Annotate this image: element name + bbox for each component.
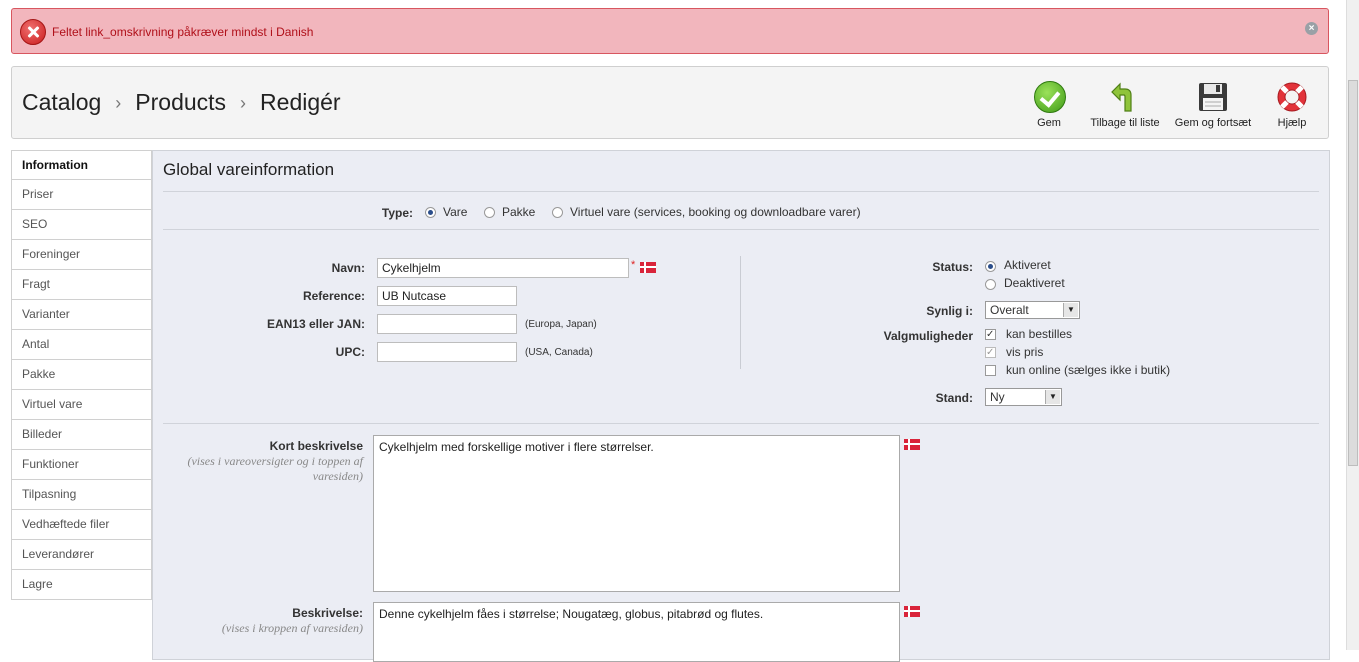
name-label: Navn: <box>331 261 365 275</box>
short-description-label: Kort beskrivelse <box>269 439 363 453</box>
breadcrumb-products[interactable]: Products <box>135 89 226 115</box>
error-icon <box>20 19 46 45</box>
save-button[interactable]: Gem <box>1034 81 1066 129</box>
breadcrumb-catalog[interactable]: Catalog <box>22 89 101 115</box>
reference-field[interactable] <box>377 286 517 306</box>
available-for-order-checkbox[interactable] <box>985 329 996 340</box>
help-button[interactable]: Hjælp <box>1274 81 1310 129</box>
error-banner: Feltet link_omskrivning påkræver mindst … <box>11 8 1329 54</box>
status-label: Status: <box>932 260 973 274</box>
online-only-checkbox[interactable] <box>985 365 996 376</box>
page-header: Catalog › Products › Redigér Gem Tilbage til… <box>11 66 1329 139</box>
checkmark-icon <box>1034 81 1066 113</box>
status-radio-enabled[interactable] <box>985 261 996 272</box>
ean-field[interactable] <box>377 314 517 334</box>
save-and-stay-label: Gem og fortsæt <box>1174 117 1252 129</box>
sidebar-item-associations[interactable]: Foreninger <box>11 240 152 270</box>
floppy-disk-icon <box>1197 81 1229 113</box>
breadcrumb: Catalog › Products › Redigér <box>22 89 341 116</box>
required-mark: * <box>631 259 636 271</box>
condition-select[interactable]: Ny ▼ <box>985 388 1062 406</box>
ean-hint: (Europa, Japan) <box>525 319 597 330</box>
sidebar-item-shipping[interactable]: Fragt <box>11 270 152 300</box>
save-and-stay-button[interactable]: Gem og fortsæt <box>1174 81 1252 129</box>
online-only-label: kun online (sælges ikke i butik) <box>1006 363 1171 377</box>
sidebar-item-combinations[interactable]: Varianter <box>11 300 152 330</box>
divider <box>163 423 1319 424</box>
sidebar-item-seo[interactable]: SEO <box>11 210 152 240</box>
back-to-list-label: Tilbage til liste <box>1090 117 1160 129</box>
visibility-value: Overalt <box>990 303 1029 317</box>
breadcrumb-separator: › <box>115 93 122 113</box>
sidebar-item-images[interactable]: Billeder <box>11 420 152 450</box>
type-radio-pack[interactable] <box>484 207 495 218</box>
lifebuoy-icon <box>1276 81 1308 113</box>
type-radio-product[interactable] <box>425 207 436 218</box>
visibility-label: Synlig i: <box>926 304 973 318</box>
chevron-down-icon: ▼ <box>1063 303 1078 317</box>
visibility-select[interactable]: Overalt ▼ <box>985 301 1080 319</box>
breadcrumb-edit: Redigér <box>260 89 341 115</box>
page-scrollbar[interactable] <box>1346 0 1359 650</box>
sidebar-item-prices[interactable]: Priser <box>11 180 152 210</box>
danish-flag-icon[interactable] <box>904 606 920 617</box>
available-for-order-label: kan bestilles <box>1006 327 1073 341</box>
show-price-checkbox <box>985 347 996 358</box>
sidebar-item-features[interactable]: Funktioner <box>11 450 152 480</box>
reference-label: Reference: <box>302 289 365 303</box>
short-description-hint: (vises i vareoversigter og i toppen af v… <box>187 454 363 483</box>
description-label: Beskrivelse: <box>292 606 363 620</box>
type-option-virtual: Virtuel vare (services, booking og downl… <box>570 205 861 219</box>
main-panel: Global vareinformation Type: Vare Pakke … <box>152 150 1330 662</box>
description-hint: (vises i kroppen af varesiden) <box>221 621 363 635</box>
sidebar-item-information[interactable]: Information <box>11 150 152 180</box>
sidebar-item-warehouses[interactable]: Lagre <box>11 570 152 600</box>
condition-value: Ny <box>990 390 1005 404</box>
sidebar-item-customization[interactable]: Tilpasning <box>11 480 152 510</box>
sidebar-item-pack[interactable]: Pakke <box>11 360 152 390</box>
breadcrumb-separator: › <box>240 93 247 113</box>
back-arrow-icon <box>1109 81 1141 113</box>
sidebar-item-virtual-product[interactable]: Virtuel vare <box>11 390 152 420</box>
upc-field[interactable] <box>377 342 517 362</box>
danish-flag-icon[interactable] <box>904 439 920 450</box>
options-label: Valgmuligheder <box>883 329 973 343</box>
help-label: Hjælp <box>1277 117 1307 129</box>
ean-label: EAN13 eller JAN: <box>266 317 365 331</box>
error-message: Feltet link_omskrivning påkræver mindst … <box>52 25 314 39</box>
close-icon[interactable]: × <box>1305 22 1318 35</box>
back-to-list-button[interactable]: Tilbage til liste <box>1090 81 1160 129</box>
show-price-label: vis pris <box>1006 345 1044 359</box>
sidebar: Information Priser SEO Foreninger Fragt … <box>11 150 152 600</box>
type-option-pack: Pakke <box>502 205 536 219</box>
status-radio-disabled[interactable] <box>985 279 996 290</box>
upc-hint: (USA, Canada) <box>525 347 593 358</box>
upc-label: UPC: <box>335 345 365 359</box>
danish-flag-icon[interactable] <box>640 262 656 273</box>
type-label: Type: <box>381 206 413 220</box>
panel-title: Global vareinformation <box>163 160 335 179</box>
sidebar-item-suppliers[interactable]: Leverandører <box>11 540 152 570</box>
divider <box>163 229 1319 230</box>
divider <box>163 191 1319 192</box>
status-option-enabled: Aktiveret <box>1004 258 1051 272</box>
sidebar-item-attachments[interactable]: Vedhæftede filer <box>11 510 152 540</box>
type-option-product: Vare <box>443 205 468 219</box>
save-button-label: Gem <box>1037 117 1061 129</box>
scrollbar-thumb[interactable] <box>1348 80 1358 466</box>
type-radio-virtual[interactable] <box>552 207 563 218</box>
status-option-disabled: Deaktiveret <box>1004 276 1065 290</box>
sidebar-item-quantities[interactable]: Antal <box>11 330 152 360</box>
name-field[interactable] <box>377 258 629 278</box>
chevron-down-icon: ▼ <box>1045 390 1060 404</box>
description-editor[interactable]: Denne cykelhjelm fåes i størrelse; Nouga… <box>373 602 900 662</box>
condition-label: Stand: <box>935 391 973 405</box>
short-description-editor[interactable]: Cykelhjelm med forskellige motiver i fle… <box>373 435 900 592</box>
column-divider <box>740 256 741 369</box>
